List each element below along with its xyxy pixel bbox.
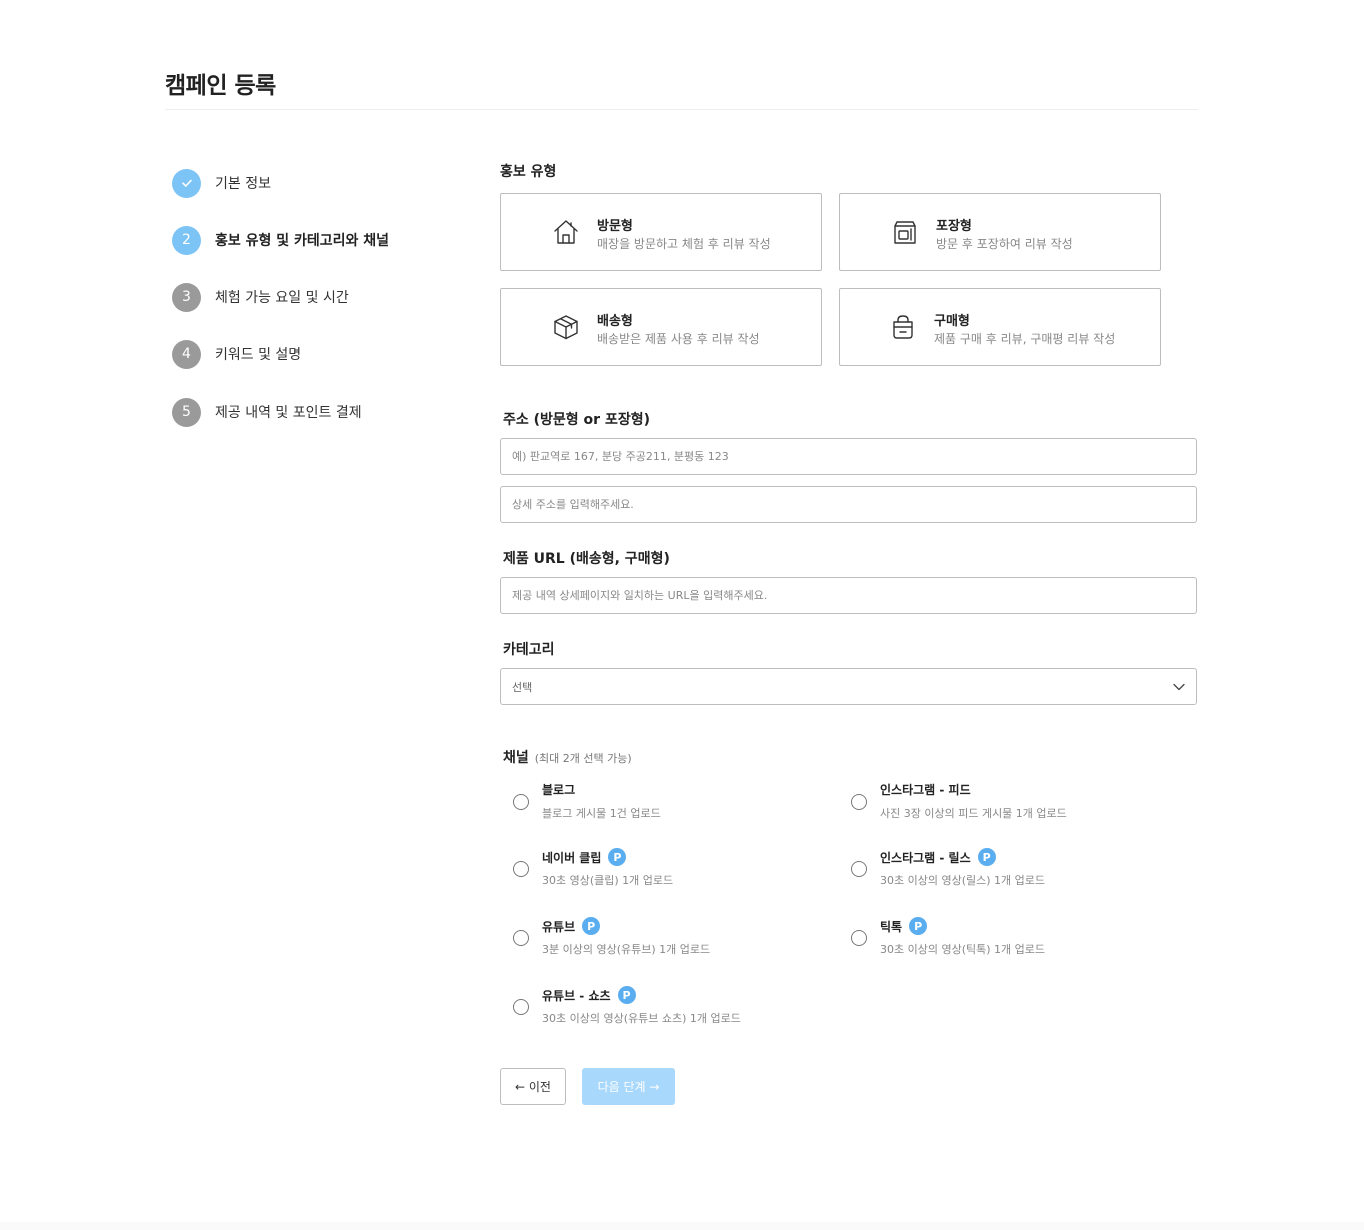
channel-option-tiktok[interactable]: 틱톡 P 30초 이상의 영상(틱톡) 1개 업로드 [851, 917, 1171, 965]
step-2-label: 홍보 유형 및 카테고리와 채널 [215, 233, 390, 249]
promo-type-delivery-desc: 배송받은 제품 사용 후 리뷰 작성 [597, 332, 760, 346]
channel-option-desc: 사진 3장 이상의 피드 게시물 1개 업로드 [880, 807, 1067, 820]
channel-option-instagram-reels[interactable]: 인스타그램 - 릴스 P 30초 이상의 영상(릴스) 1개 업로드 [851, 848, 1171, 896]
channel-option-desc: 30초 이상의 영상(틱톡) 1개 업로드 [880, 943, 1046, 956]
title-divider [165, 109, 1198, 110]
channel-option-name: 인스타그램 - 릴스 [880, 850, 971, 865]
channel-option-title: 유튜브 P [542, 917, 601, 935]
category-selected-value: 선택 [512, 680, 533, 694]
shopping-bag-icon [888, 312, 918, 342]
radio-button[interactable] [513, 794, 529, 810]
promo-type-visit-card[interactable]: 방문형 매장을 방문하고 체험 후 리뷰 작성 [500, 193, 822, 271]
channel-option-title: 틱톡 P [880, 917, 928, 935]
step-3-number: 3 [172, 282, 201, 312]
page-title: 캠페인 등록 [165, 73, 276, 99]
premium-badge: P [617, 986, 636, 1004]
category-label: 카테고리 [503, 642, 555, 658]
step-4[interactable]: 4 키워드 및 설명 [172, 339, 472, 369]
channel-option-desc: 30초 영상(클립) 1개 업로드 [542, 874, 674, 887]
channel-option-title: 유튜브 - 쇼츠 P [542, 986, 636, 1004]
step-4-label: 키워드 및 설명 [215, 347, 302, 363]
channel-option-naver-clip[interactable]: 네이버 클립 P 30초 영상(클립) 1개 업로드 [513, 848, 833, 896]
step-2-number: 2 [172, 225, 201, 255]
channel-option-youtube-shorts[interactable]: 유튜브 - 쇼츠 P 30초 이상의 영상(유튜브 쇼츠) 1개 업로드 [513, 986, 833, 1034]
promo-type-purchase-title: 구매형 [934, 314, 970, 329]
channel-label: 채널 (최대 2개 선택 가능) [503, 747, 632, 767]
takeout-bag-icon [890, 217, 920, 247]
promo-type-delivery-card[interactable]: 배송형 배송받은 제품 사용 후 리뷰 작성 [500, 288, 822, 366]
channel-sub-label: (최대 2개 선택 가능) [534, 752, 632, 765]
channel-option-desc: 30초 이상의 영상(유튜브 쇼츠) 1개 업로드 [542, 1012, 741, 1025]
address-input[interactable] [500, 438, 1197, 475]
channel-option-blog[interactable]: 블로그 블로그 게시물 1건 업로드 [513, 781, 833, 829]
promo-type-purchase-desc: 제품 구매 후 리뷰, 구매평 리뷰 작성 [934, 332, 1116, 346]
step-1-check-icon [172, 168, 201, 198]
category-select[interactable]: 선택 [500, 668, 1197, 705]
radio-button[interactable] [513, 999, 529, 1015]
step-3[interactable]: 3 체험 가능 요일 및 시간 [172, 282, 472, 312]
promo-type-takeout-card[interactable]: 포장형 방문 후 포장하여 리뷰 작성 [839, 193, 1161, 271]
premium-badge: P [977, 848, 996, 866]
promo-type-visit-desc: 매장을 방문하고 체험 후 리뷰 작성 [597, 237, 771, 251]
step-1[interactable]: 기본 정보 [172, 168, 472, 198]
channel-option-name: 틱톡 [880, 919, 903, 934]
channel-option-title: 인스타그램 - 피드 [880, 781, 971, 798]
step-1-label: 기본 정보 [215, 176, 271, 192]
product-url-input[interactable] [500, 577, 1197, 614]
product-url-label: 제품 URL (배송형, 구매형) [503, 551, 670, 567]
radio-button[interactable] [513, 861, 529, 877]
channel-option-name: 인스타그램 - 피드 [880, 783, 971, 797]
premium-badge: P [582, 917, 601, 935]
channel-option-youtube[interactable]: 유튜브 P 3분 이상의 영상(유튜브) 1개 업로드 [513, 917, 833, 965]
channel-option-desc: 블로그 게시물 1건 업로드 [542, 807, 661, 820]
radio-button[interactable] [851, 794, 867, 810]
channel-option-title: 네이버 클립 P [542, 848, 627, 866]
next-step-button[interactable]: 다음 단계 → [582, 1068, 675, 1105]
promo-type-takeout-desc: 방문 후 포장하여 리뷰 작성 [936, 237, 1073, 251]
promo-type-purchase-card[interactable]: 구매형 제품 구매 후 리뷰, 구매평 리뷰 작성 [839, 288, 1161, 366]
step-2[interactable]: 2 홍보 유형 및 카테고리와 채널 [172, 225, 472, 255]
step-3-label: 체험 가능 요일 및 시간 [215, 290, 349, 306]
channel-option-desc: 30초 이상의 영상(릴스) 1개 업로드 [880, 874, 1046, 887]
channel-option-instagram-feed[interactable]: 인스타그램 - 피드 사진 3장 이상의 피드 게시물 1개 업로드 [851, 781, 1171, 829]
channel-option-name: 유튜브 [542, 919, 576, 934]
radio-button[interactable] [851, 930, 867, 946]
channel-title: 채널 [503, 750, 529, 766]
radio-button[interactable] [851, 861, 867, 877]
step-4-number: 4 [172, 339, 201, 369]
box-icon [551, 312, 581, 342]
channel-option-name: 유튜브 - 쇼츠 [542, 988, 611, 1003]
promo-type-delivery-title: 배송형 [597, 314, 633, 329]
premium-badge: P [909, 917, 928, 935]
channel-option-title: 인스타그램 - 릴스 P [880, 848, 996, 866]
premium-badge: P [608, 848, 627, 866]
prev-button[interactable]: ← 이전 [500, 1068, 566, 1105]
address-detail-input[interactable] [500, 486, 1197, 523]
step-5[interactable]: 5 제공 내역 및 포인트 결제 [172, 397, 472, 427]
promo-type-visit-title: 방문형 [597, 219, 633, 234]
radio-button[interactable] [513, 930, 529, 946]
promo-type-takeout-title: 포장형 [936, 219, 972, 234]
footer-strip [0, 1222, 1364, 1230]
channel-option-name: 네이버 클립 [542, 850, 602, 865]
step-5-number: 5 [172, 397, 201, 427]
channel-option-title: 블로그 [542, 781, 575, 798]
chevron-down-icon [1172, 680, 1186, 694]
address-label: 주소 (방문형 or 포장형) [503, 412, 650, 428]
channel-option-name: 블로그 [542, 783, 576, 797]
channel-option-desc: 3분 이상의 영상(유튜브) 1개 업로드 [542, 943, 711, 956]
step-5-label: 제공 내역 및 포인트 결제 [215, 405, 362, 421]
house-icon [551, 217, 581, 247]
promo-type-label: 홍보 유형 [500, 164, 557, 180]
